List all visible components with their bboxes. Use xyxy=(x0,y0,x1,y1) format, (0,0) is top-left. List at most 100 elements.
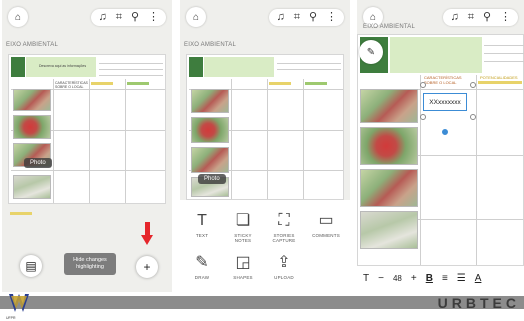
resize-handle[interactable] xyxy=(420,82,426,88)
header-line xyxy=(99,69,163,70)
rotate-handle[interactable] xyxy=(442,129,448,135)
board-sheet-zoomed[interactable]: CARACTERÍSTICAS SOBRE O LOCAL POTENCIALI… xyxy=(357,34,524,266)
grid-line xyxy=(53,79,54,203)
logo-caption: UFPR xyxy=(6,316,16,320)
photo-2[interactable] xyxy=(13,115,51,139)
board-title: EIXO AMBIENTAL xyxy=(184,42,237,48)
column-tag-yellow xyxy=(91,82,113,85)
photo-1[interactable] xyxy=(360,89,418,123)
home-icon[interactable]: ⌂ xyxy=(186,7,206,27)
photo-3[interactable] xyxy=(191,147,229,173)
shapes-tool[interactable]: ◲ SHAPES xyxy=(223,254,263,280)
text-tool[interactable]: T TEXT xyxy=(182,212,222,238)
comments-tool[interactable]: ▭ COMMENTS xyxy=(306,212,346,238)
pen-icon[interactable]: ✎ xyxy=(359,40,383,64)
font-size-increase-button[interactable]: + xyxy=(411,274,417,284)
column-tag-green xyxy=(305,82,327,85)
top-toolbar: ⌂ ♫ ⌗ ⚲ ⋮ xyxy=(2,0,172,34)
comment-icon: ▭ xyxy=(318,212,334,229)
font-size-decrease-button[interactable]: − xyxy=(378,274,384,284)
red-arrow-indicator-head xyxy=(141,235,153,245)
board-sheet[interactable]: Descreva aqui as informações CARACTERÍST… xyxy=(8,54,166,204)
photo-2[interactable] xyxy=(191,117,229,143)
resize-handle[interactable] xyxy=(470,114,476,120)
grid-line xyxy=(267,79,268,199)
header-line xyxy=(99,75,163,76)
add-button[interactable]: + xyxy=(136,256,158,278)
more-options-icon[interactable]: ⋮ xyxy=(500,11,511,23)
column-tag-yellow xyxy=(269,82,291,85)
text-box-selected[interactable]: XXxxxxxxx xyxy=(423,93,467,111)
red-arrow-indicator xyxy=(145,222,150,235)
header-line xyxy=(484,61,524,62)
toolbar-actions: ♫ ⌗ ⚲ ⋮ xyxy=(91,8,166,26)
university-logo-icon xyxy=(9,294,29,312)
tool-label: DRAW xyxy=(194,275,210,280)
frame-icon[interactable]: ⌗ xyxy=(294,11,300,23)
board-title: EIXO AMBIENTAL xyxy=(6,42,59,48)
notification-icon[interactable]: ♫ xyxy=(276,11,284,23)
photo-3[interactable] xyxy=(360,169,418,207)
notes-button[interactable]: ▤ xyxy=(20,255,42,277)
more-options-icon[interactable]: ⋮ xyxy=(148,11,159,23)
top-toolbar: ⌂ ♫ ⌗ ⚲ ⋮ xyxy=(180,0,350,34)
more-options-icon[interactable]: ⋮ xyxy=(326,11,337,23)
photo-4[interactable] xyxy=(13,175,51,199)
sticky-notes-tool[interactable]: ❏ STICKY NOTES xyxy=(223,212,263,243)
grid-line xyxy=(303,79,304,199)
list-button[interactable]: ☰ xyxy=(457,274,466,284)
upload-icon: ⇪ xyxy=(277,254,291,271)
tool-label: STICKY NOTES xyxy=(234,233,252,244)
sheet-header-icon xyxy=(11,57,25,77)
notification-icon[interactable]: ♫ xyxy=(450,11,458,23)
text-style-button[interactable]: T xyxy=(363,274,369,284)
font-size-value: 48 xyxy=(392,274,402,283)
column-header-potentials: POTENCIALIDADES xyxy=(480,75,518,80)
sticky-note-icon: ❏ xyxy=(235,212,251,229)
draw-tool[interactable]: ✎ DRAW xyxy=(182,254,222,280)
grid-line xyxy=(89,79,90,203)
notification-icon[interactable]: ♫ xyxy=(98,11,106,23)
home-icon[interactable]: ⌂ xyxy=(8,7,28,27)
frame-icon[interactable]: ⌗ xyxy=(468,11,474,23)
board-panel-2: ⌂ ♫ ⌗ ⚲ ⋮ EIXO AMBIENTAL Photo T TEXT ❏ … xyxy=(180,0,350,292)
header-line xyxy=(277,69,341,70)
brand-wordmark: URBTEC xyxy=(437,295,520,311)
sheet-header-banner xyxy=(204,57,274,77)
search-icon[interactable]: ⚲ xyxy=(309,11,317,23)
photo-4[interactable] xyxy=(360,211,418,249)
photo-tooltip: Photo xyxy=(24,158,52,168)
tool-label: STORIES CAPTURE xyxy=(272,233,296,244)
text-color-button[interactable]: A xyxy=(475,274,482,284)
board-panel-3: ⌂ ♫ ⌗ ⚲ ⋮ EIXO AMBIENTAL CARACTERÍSTICAS… xyxy=(357,0,524,292)
hide-button-label-line2: highlighting xyxy=(76,263,104,270)
pen-icon: ✎ xyxy=(195,254,209,271)
search-icon[interactable]: ⚲ xyxy=(131,11,139,23)
grid-line xyxy=(11,170,165,171)
shapes-icon: ◲ xyxy=(235,254,251,271)
board-title: EIXO AMBIENTAL xyxy=(363,24,416,30)
resize-handle[interactable] xyxy=(420,114,426,120)
bold-button[interactable]: B xyxy=(426,274,433,284)
toolbar-actions: ♫ ⌗ ⚲ ⋮ xyxy=(443,8,518,26)
stories-capture-tool[interactable]: ⛶ STORIES CAPTURE xyxy=(264,212,304,243)
tool-label: SHAPES xyxy=(233,275,253,280)
text-icon: T xyxy=(197,212,207,229)
search-icon[interactable]: ⚲ xyxy=(483,11,491,23)
sticky-highlight xyxy=(10,212,32,215)
header-description: Descreva aqui as informações xyxy=(39,64,87,68)
header-line xyxy=(277,63,341,64)
capture-icon: ⛶ xyxy=(278,212,290,229)
photo-tooltip: Photo xyxy=(198,174,226,184)
photo-1[interactable] xyxy=(13,89,51,111)
upload-tool[interactable]: ⇪ UPLOAD xyxy=(264,254,304,280)
resize-handle[interactable] xyxy=(470,82,476,88)
photo-2[interactable] xyxy=(360,127,418,165)
frame-icon[interactable]: ⌗ xyxy=(116,11,122,23)
header-line xyxy=(484,53,524,54)
hide-changes-highlighting-button[interactable]: Hide changes highlighting xyxy=(64,253,116,275)
align-button[interactable]: ≡ xyxy=(442,274,448,284)
board-panel-1: ⌂ ♫ ⌗ ⚲ ⋮ EIXO AMBIENTAL Descreva aqui a… xyxy=(2,0,172,292)
toolbar-actions: ♫ ⌗ ⚲ ⋮ xyxy=(269,8,344,26)
photo-1[interactable] xyxy=(191,89,229,113)
